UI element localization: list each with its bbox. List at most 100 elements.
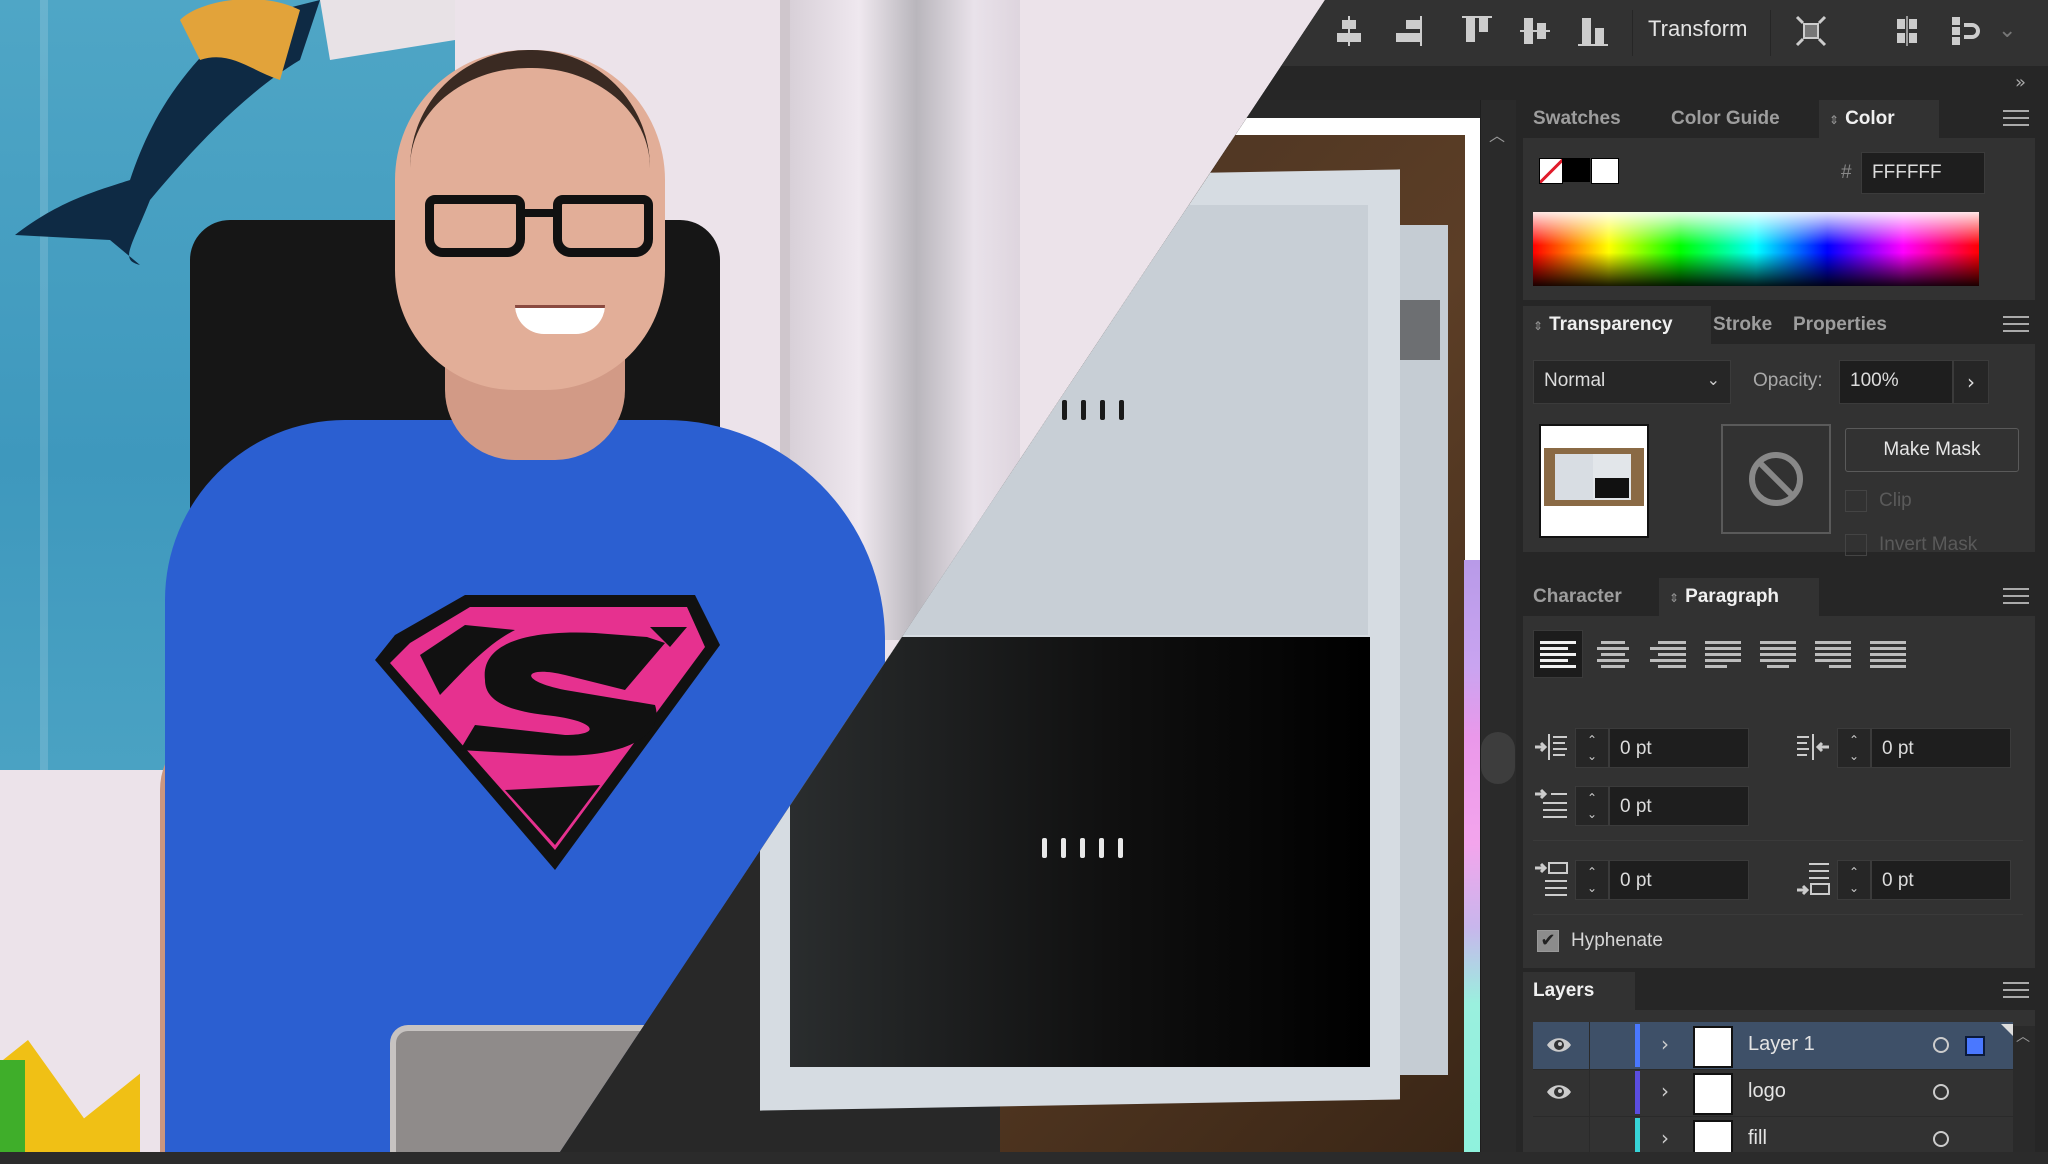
eye-visibility-icon[interactable] xyxy=(1545,1081,1573,1103)
lock-column[interactable] xyxy=(1589,1022,1590,1069)
hyphenate-checkbox[interactable]: ✔ xyxy=(1537,930,1559,952)
tab-character[interactable]: Character xyxy=(1523,578,1663,616)
align-horizontal-center-icon[interactable] xyxy=(1330,12,1368,50)
left-indent-input[interactable]: 0 pt xyxy=(1609,728,1749,768)
transform-button[interactable]: Transform xyxy=(1648,16,1747,42)
layer-name[interactable]: logo xyxy=(1748,1080,1786,1103)
opacity-slider-toggle[interactable]: › xyxy=(1953,360,1989,404)
layer-name[interactable]: Layer 1 xyxy=(1748,1033,1815,1056)
visibility-toggle-empty[interactable] xyxy=(1545,1128,1573,1150)
layers-panel-menu-icon[interactable] xyxy=(2003,982,2029,1000)
layer-target-circle-icon[interactable] xyxy=(1933,1131,1949,1147)
hex-input[interactable]: FFFFFF xyxy=(1861,152,1985,194)
color-panel-menu-icon[interactable] xyxy=(2003,110,2029,128)
divider xyxy=(1533,914,2023,915)
s-shield-emblem xyxy=(375,595,720,870)
distribute-spacing-icon[interactable] xyxy=(1888,12,1926,50)
first-line-indent-stepper[interactable]: ⌃ ⌄ xyxy=(1575,786,1609,826)
align-vertical-top-icon[interactable] xyxy=(1458,12,1496,50)
no-mask-icon xyxy=(1749,452,1803,506)
lock-column[interactable] xyxy=(1589,1116,1590,1152)
space-before-stepper[interactable]: ⌃ ⌄ xyxy=(1575,860,1609,900)
eye-visibility-icon[interactable] xyxy=(1545,1034,1573,1056)
panel-resize-icon: ⇕ xyxy=(1533,319,1544,333)
first-line-indent-input[interactable]: 0 pt xyxy=(1609,786,1749,826)
align-right-icon xyxy=(1650,641,1686,668)
justify-last-left-button[interactable] xyxy=(1698,630,1748,678)
snap-magnet-icon[interactable] xyxy=(1946,12,1984,50)
justify-last-center-button[interactable] xyxy=(1753,630,1803,678)
scroll-up-icon[interactable]: ︿ xyxy=(1489,122,1505,146)
tick-mark xyxy=(1042,838,1047,858)
tab-layers[interactable]: Layers xyxy=(1523,972,1635,1010)
color-spectrum-ramp[interactable] xyxy=(1533,212,1979,286)
tab-color[interactable]: ⇕ Color xyxy=(1819,100,1939,138)
expand-chevron-icon[interactable]: › xyxy=(1661,1032,1669,1056)
panel-resize-icon: ⇕ xyxy=(1669,591,1680,605)
tab-color-label: Color xyxy=(1845,108,1895,129)
align-center-icon xyxy=(1597,641,1629,668)
layer-selection-indicator[interactable] xyxy=(1965,1036,1985,1056)
layer-row[interactable]: › Layer 1 xyxy=(1533,1022,2013,1070)
justify-last-right-icon xyxy=(1815,641,1851,668)
layer-row[interactable]: › logo xyxy=(1533,1069,2013,1117)
tab-stroke[interactable]: Stroke xyxy=(1703,306,1782,344)
selection-corner-indicator xyxy=(2001,1024,2013,1036)
transparency-panel-tabs: ⇕ Transparency Stroke Properties xyxy=(1523,306,2035,344)
layers-scrollbar[interactable]: ︿ xyxy=(2013,1026,2035,1152)
tab-color-guide[interactable]: Color Guide xyxy=(1661,100,1790,138)
scrollbar-thumb[interactable] xyxy=(1481,732,1515,784)
layers-panel-tabs: Layers xyxy=(1523,972,2035,1010)
transparency-panel: ⇕ Transparency Stroke Properties Normal ⌄… xyxy=(1523,306,2035,556)
tab-swatches[interactable]: Swatches xyxy=(1523,100,1631,138)
tick-mark xyxy=(1099,838,1104,858)
align-right-button[interactable] xyxy=(1643,630,1693,678)
layer-name[interactable]: fill xyxy=(1748,1127,1767,1150)
opacity-mask-slot[interactable] xyxy=(1721,424,1831,534)
space-after-stepper[interactable]: ⌃ ⌄ xyxy=(1837,860,1871,900)
space-after-input[interactable]: 0 pt xyxy=(1871,860,2011,900)
tab-transparency[interactable]: ⇕ Transparency xyxy=(1523,306,1711,344)
opacity-input[interactable]: 100% xyxy=(1839,360,1953,404)
align-center-button[interactable] xyxy=(1588,630,1638,678)
hex-hash-label: # xyxy=(1841,162,1852,183)
invert-mask-label: Invert Mask xyxy=(1879,534,1978,555)
justify-last-left-icon xyxy=(1705,641,1741,668)
align-left-button[interactable] xyxy=(1533,630,1583,678)
lock-column[interactable] xyxy=(1589,1069,1590,1116)
object-thumbnail[interactable] xyxy=(1539,424,1649,538)
layers-scroll-up-icon[interactable]: ︿ xyxy=(2016,1026,2030,1046)
collapse-panels-button[interactable]: » xyxy=(2015,72,2026,93)
space-before-input[interactable]: 0 pt xyxy=(1609,860,1749,900)
none-swatch[interactable] xyxy=(1539,158,1563,184)
isolate-selection-icon[interactable] xyxy=(1792,12,1830,50)
canvas-vertical-scrollbar[interactable]: ︿ xyxy=(1480,100,1516,1152)
transparency-panel-menu-icon[interactable] xyxy=(2003,316,2029,334)
align-vertical-bottom-icon[interactable] xyxy=(1574,12,1612,50)
space-after-icon xyxy=(1797,863,1830,896)
expand-chevron-icon[interactable]: › xyxy=(1661,1126,1669,1150)
blend-mode-dropdown[interactable]: Normal ⌄ xyxy=(1533,360,1731,404)
right-indent-input[interactable]: 0 pt xyxy=(1871,728,2011,768)
stroke-swatch[interactable] xyxy=(1562,158,1590,182)
toolbar-more-chevron[interactable]: ⌄ xyxy=(1998,18,2016,43)
fill-swatch[interactable] xyxy=(1591,158,1619,184)
align-vertical-center-icon[interactable] xyxy=(1516,12,1554,50)
glasses-bridge xyxy=(521,209,557,217)
invert-mask-checkbox[interactable] xyxy=(1845,534,1867,556)
justify-last-right-button[interactable] xyxy=(1808,630,1858,678)
make-mask-button[interactable]: Make Mask xyxy=(1845,428,2019,472)
layer-target-circle-icon[interactable] xyxy=(1933,1037,1949,1053)
left-indent-stepper[interactable]: ⌃ ⌄ xyxy=(1575,728,1609,768)
right-indent-stepper[interactable]: ⌃ ⌄ xyxy=(1837,728,1871,768)
tick-mark xyxy=(1081,400,1086,420)
paragraph-panel-menu-icon[interactable] xyxy=(2003,588,2029,606)
tab-paragraph[interactable]: ⇕ Paragraph xyxy=(1659,578,1819,616)
align-horizontal-right-icon[interactable] xyxy=(1388,12,1426,50)
justify-all-button[interactable] xyxy=(1863,630,1913,678)
layer-row[interactable]: › fill xyxy=(1533,1116,2013,1152)
clip-checkbox[interactable] xyxy=(1845,490,1867,512)
tab-properties[interactable]: Properties xyxy=(1783,306,1897,344)
expand-chevron-icon[interactable]: › xyxy=(1661,1079,1669,1103)
layer-target-circle-icon[interactable] xyxy=(1933,1084,1949,1100)
